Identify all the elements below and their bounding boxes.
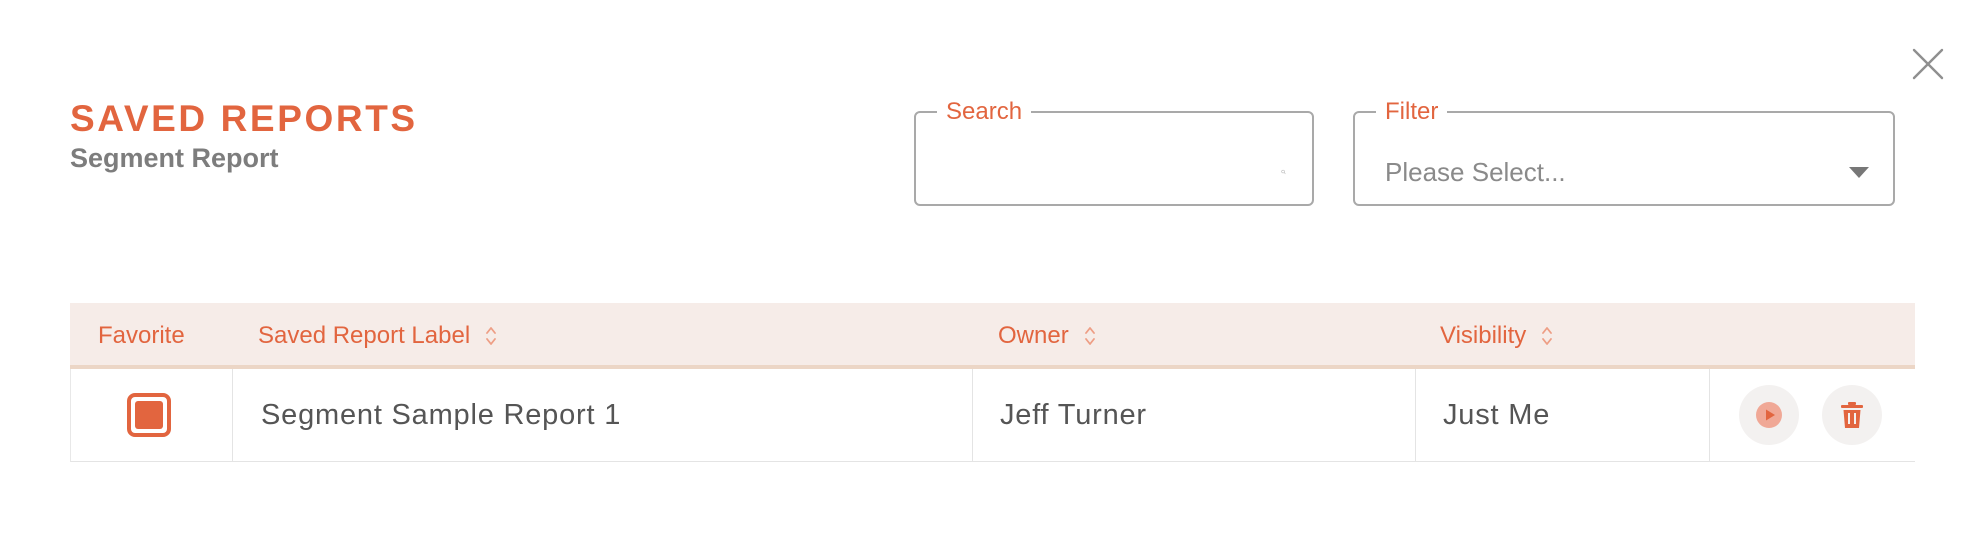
column-header-owner-text: Owner bbox=[998, 322, 1069, 349]
saved-reports-table: Favorite Saved Report Label Owner Visibi… bbox=[70, 303, 1915, 462]
visibility-cell: Just Me bbox=[1443, 398, 1551, 431]
saved-reports-modal: SAVED REPORTS Segment Report Search Filt… bbox=[0, 0, 1980, 538]
filter-select[interactable]: Filter Please Select... bbox=[1353, 100, 1895, 206]
search-field: Search bbox=[914, 100, 1314, 206]
filter-label: Filter bbox=[1385, 98, 1439, 125]
search-input[interactable] bbox=[946, 156, 1281, 188]
table-row[interactable]: Segment Sample Report 1 Jeff Turner Just… bbox=[70, 369, 1915, 462]
column-header-favorite: Favorite bbox=[98, 303, 185, 369]
report-label-cell[interactable]: Segment Sample Report 1 bbox=[261, 369, 621, 461]
close-icon bbox=[1912, 48, 1944, 80]
sort-icon[interactable] bbox=[484, 325, 498, 347]
column-header-label[interactable]: Saved Report Label bbox=[258, 303, 498, 369]
page-subtitle: Segment Report bbox=[70, 143, 279, 173]
owner-cell: Jeff Turner bbox=[1000, 398, 1147, 431]
sort-icon[interactable] bbox=[1540, 325, 1554, 347]
favorite-checkbox-checked bbox=[135, 401, 163, 429]
column-divider bbox=[972, 369, 973, 461]
trash-icon bbox=[1841, 402, 1863, 428]
caret-down-icon bbox=[1849, 166, 1869, 178]
column-divider bbox=[1709, 369, 1710, 461]
column-header-label-text: Saved Report Label bbox=[258, 322, 471, 349]
close-button[interactable] bbox=[1908, 44, 1948, 84]
page-title: SAVED REPORTS bbox=[70, 98, 418, 139]
column-divider bbox=[232, 369, 233, 461]
delete-report-button[interactable] bbox=[1822, 385, 1882, 445]
column-header-visibility-text: Visibility bbox=[1440, 322, 1527, 349]
column-header-favorite-label: Favorite bbox=[98, 322, 185, 349]
column-header-owner[interactable]: Owner bbox=[998, 303, 1097, 369]
search-label: Search bbox=[946, 98, 1023, 125]
sort-icon[interactable] bbox=[1083, 325, 1097, 347]
play-icon bbox=[1756, 402, 1782, 428]
search-icon[interactable] bbox=[1281, 155, 1286, 189]
run-report-button[interactable] bbox=[1739, 385, 1799, 445]
column-header-visibility[interactable]: Visibility bbox=[1440, 303, 1554, 369]
column-divider bbox=[1415, 369, 1416, 461]
favorite-checkbox[interactable] bbox=[127, 393, 171, 437]
table-header: Favorite Saved Report Label Owner Visibi… bbox=[70, 303, 1915, 369]
filter-selected-value: Please Select... bbox=[1385, 156, 1566, 187]
